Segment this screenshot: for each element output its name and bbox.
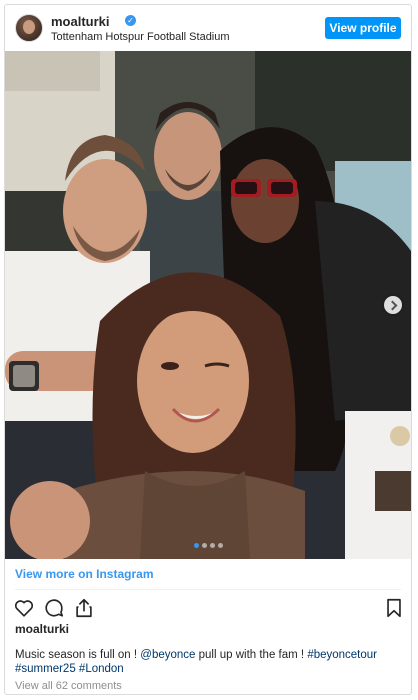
hashtag-link[interactable]: #London: [79, 663, 124, 675]
bookmark-icon[interactable]: [383, 597, 405, 619]
post-author-username[interactable]: moalturki: [15, 622, 69, 636]
action-bar: [13, 597, 405, 619]
caption-text: pull up with the fam !: [195, 649, 308, 661]
carousel-dot-active: [194, 543, 199, 548]
divider: [15, 589, 401, 590]
username[interactable]: moalturki: [51, 14, 110, 29]
carousel-dot: [210, 543, 215, 548]
caption-text: Music season is full on !: [15, 649, 141, 661]
view-more-link[interactable]: View more on Instagram: [15, 567, 154, 581]
hashtag-link[interactable]: #beyoncetour: [307, 649, 377, 661]
instagram-embed-card: moalturki ✓ Tottenham Hotspur Football S…: [4, 4, 412, 695]
carousel-dots: [194, 543, 223, 548]
post-photo-image: [5, 51, 411, 559]
view-comments-link[interactable]: View all 62 comments: [15, 680, 122, 692]
mention-link[interactable]: @beyonce: [140, 649, 195, 661]
carousel-dot: [202, 543, 207, 548]
post-caption: Music season is full on ! @beyonce pull …: [15, 648, 401, 676]
view-profile-button[interactable]: View profile: [325, 17, 401, 39]
next-image-button[interactable]: [384, 296, 402, 314]
verified-badge-icon: ✓: [125, 15, 136, 26]
hashtag-link[interactable]: #summer25: [15, 663, 76, 675]
carousel-dot: [218, 543, 223, 548]
location-label[interactable]: Tottenham Hotspur Football Stadium: [51, 31, 230, 43]
share-icon[interactable]: [73, 597, 95, 619]
post-photo[interactable]: [5, 51, 411, 559]
comment-icon[interactable]: [43, 597, 65, 619]
avatar[interactable]: [15, 14, 43, 42]
heart-icon[interactable]: [13, 597, 35, 619]
post-header: moalturki ✓ Tottenham Hotspur Football S…: [5, 5, 411, 51]
